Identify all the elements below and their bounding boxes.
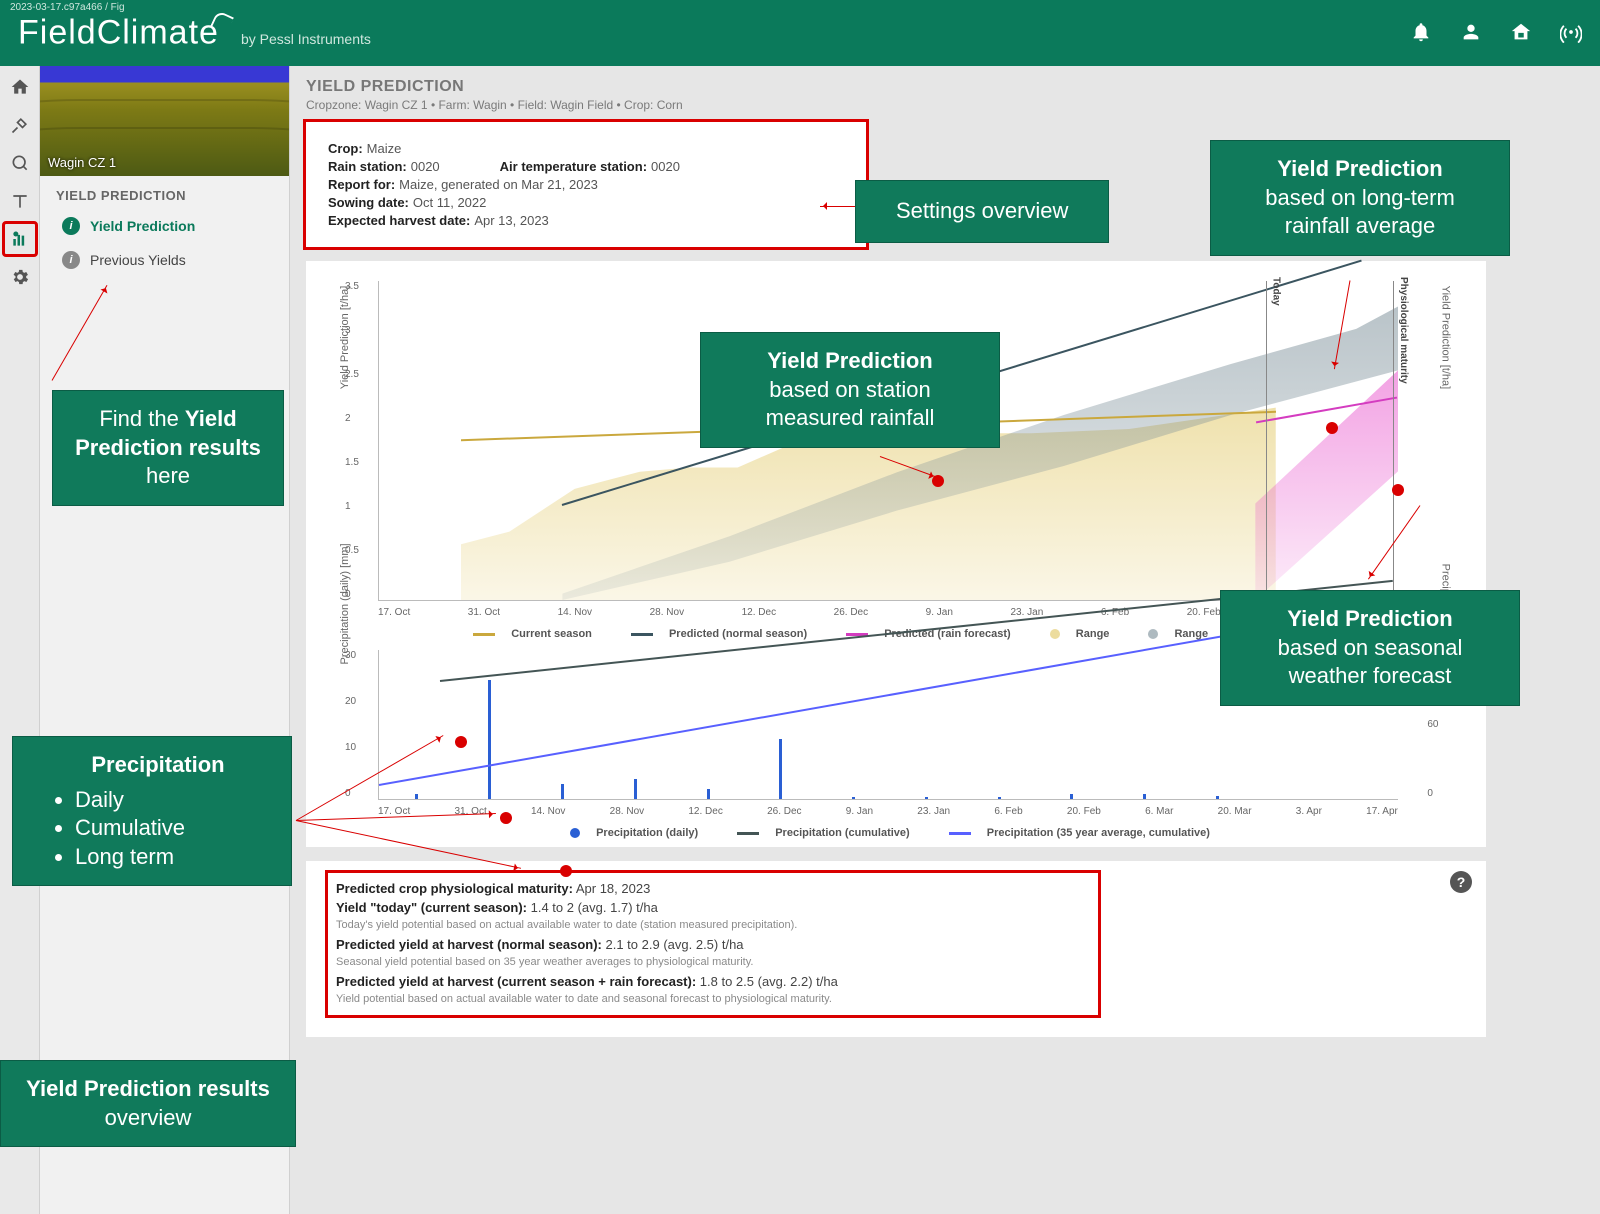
build-version: 2023-03-17.c97a466 / Fig	[10, 2, 125, 13]
dot-station	[932, 475, 944, 487]
station-icon[interactable]	[1510, 21, 1532, 46]
app-header: 2023-03-17.c97a466 / Fig FieldClimate by…	[0, 0, 1600, 66]
page-title: YIELD PREDICTION	[306, 78, 1584, 96]
sidebar-section-title: YIELD PREDICTION	[40, 176, 289, 209]
today-marker	[1266, 281, 1267, 600]
info-icon: i	[62, 251, 80, 269]
dot-precip-cum	[500, 812, 512, 824]
today-label: Today	[1271, 277, 1282, 306]
brand: FieldClimate by Pessl Instruments	[18, 13, 371, 52]
dot-seasonal	[1392, 484, 1404, 496]
info-icon: i	[62, 217, 80, 235]
annotation-results: Yield Prediction results overview	[0, 1060, 296, 1147]
nav-settings-icon[interactable]	[3, 260, 37, 294]
nav-sensor-icon[interactable]	[3, 184, 37, 218]
header-actions	[1410, 21, 1582, 46]
dot-precip-daily	[455, 736, 467, 748]
annotation-precip: Precipitation DailyCumulativeLong term	[12, 736, 292, 886]
sidebar-item-previous-yields[interactable]: i Previous Yields	[40, 243, 289, 277]
field-thumbnail[interactable]: Wagin CZ 1	[40, 66, 289, 176]
maturity-marker	[1393, 281, 1394, 600]
sidebar-item-yield-prediction[interactable]: i Yield Prediction	[40, 209, 289, 243]
annotation-seasonal: Yield Predictionbased on seasonalweather…	[1220, 590, 1520, 706]
sidebar: Wagin CZ 1 YIELD PREDICTION i Yield Pred…	[40, 66, 290, 1214]
results-container: ? Predicted crop physiological maturity:…	[306, 861, 1486, 1037]
chart2-yticks-left: 0102030	[345, 650, 356, 799]
chart2-ylabel: Precipitation (daily) [mm]	[339, 543, 351, 664]
dot-precip-avg	[560, 865, 572, 877]
notifications-icon[interactable]	[1410, 21, 1432, 46]
annotation-station: Yield Predictionbased on stationmeasured…	[700, 332, 1000, 448]
annotation-longterm: Yield Predictionbased on long-termrainfa…	[1210, 140, 1510, 256]
left-iconbar	[0, 66, 40, 1214]
settings-panel: Crop:Maize Rain station:0020 Air tempera…	[306, 122, 866, 247]
annotation-find: Find the Yield Prediction results here	[52, 390, 284, 506]
breadcrumb: Cropzone: Wagin CZ 1 • Farm: Wagin • Fie…	[306, 98, 1584, 112]
help-icon[interactable]: ?	[1450, 871, 1472, 893]
maturity-label: Physiological maturity	[1398, 277, 1409, 384]
nav-yield-icon[interactable]	[3, 222, 37, 256]
brand-logo: FieldClimate	[18, 13, 231, 52]
field-name: Wagin CZ 1	[48, 155, 116, 170]
nav-search-icon[interactable]	[3, 146, 37, 180]
annotation-settings: Settings overview	[855, 180, 1109, 243]
broadcast-icon[interactable]	[1560, 21, 1582, 46]
chart2-xticks: 17. Oct31. Oct14. Nov28. Nov12. Dec26. D…	[378, 806, 1458, 817]
nav-tools-icon[interactable]	[3, 108, 37, 142]
nav-home-icon[interactable]	[3, 70, 37, 104]
chart1-ylabel-right: Yield Prediction [t/ha]	[1440, 285, 1452, 389]
brand-subtitle: by Pessl Instruments	[241, 31, 371, 47]
user-icon[interactable]	[1460, 21, 1482, 46]
chart2-legend: Precipitation (daily) Precipitation (cum…	[334, 827, 1458, 839]
dot-longterm	[1326, 422, 1338, 434]
